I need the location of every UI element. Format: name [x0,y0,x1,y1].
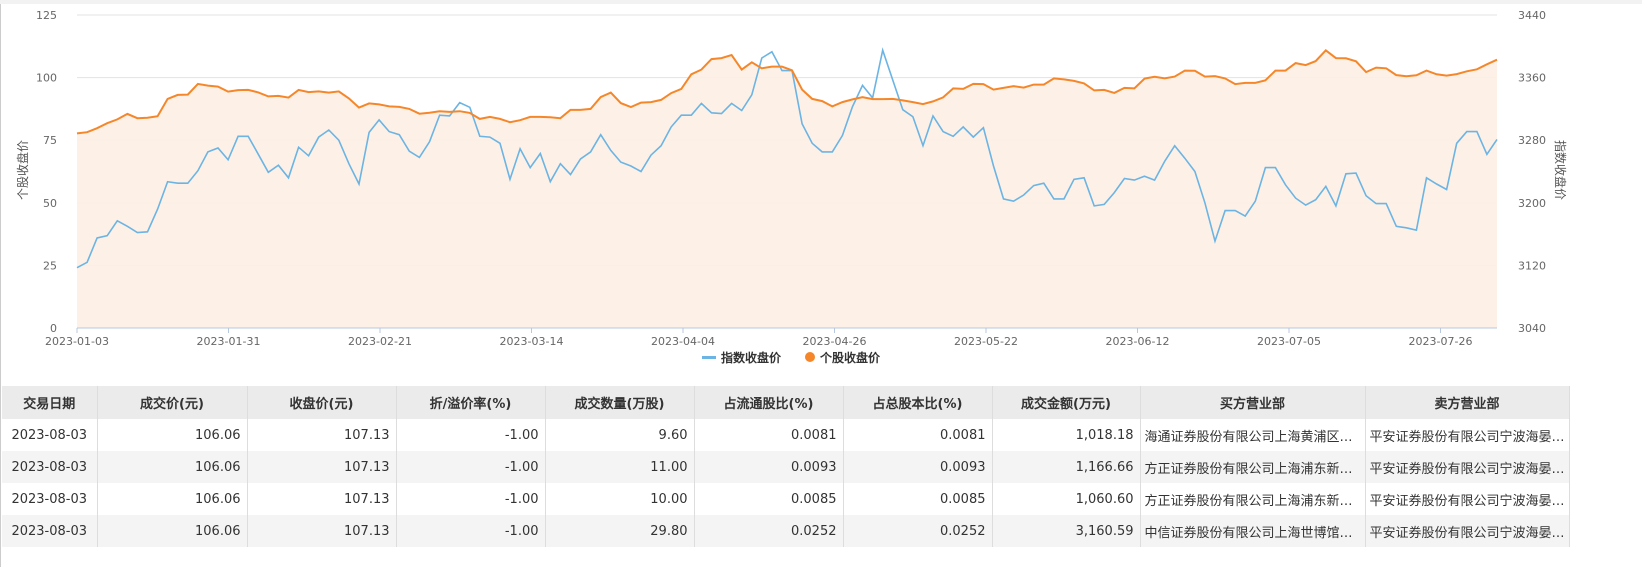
column-header[interactable]: 卖方营业部 [1365,386,1570,419]
table-cell: 1,166.66 [992,451,1141,483]
table-cell: 29.80 [545,515,695,547]
table-cell: 106.06 [97,419,248,451]
x-tick-label: 2023-04-04 [651,335,715,348]
table-cell: 平安证券股份有限公司宁波海晏… [1365,419,1570,451]
left-axis-label: 个股收盘价 [15,140,30,200]
x-tick-label: 2023-01-03 [45,335,109,348]
table-row: 2023-08-03 106.06 107.13 -1.00 29.80 0.0252 0.… [2,515,1570,547]
left-tick-label: 100 [36,72,57,85]
table-cell: 0.0252 [843,515,993,547]
table-header-row: 交易日期 成交价(元) 收盘价(元) 折/溢价率(%) 成交数量(万股) 占流通股比(%)… [2,386,1570,419]
table-cell: 107.13 [247,483,397,515]
column-header[interactable]: 成交金额(万元) [992,386,1141,419]
table-cell: 0.0081 [843,419,993,451]
column-header[interactable]: 收盘价(元) [247,386,397,419]
table-cell: -1.00 [396,419,546,451]
table-cell: 平安证券股份有限公司宁波海晏… [1365,515,1570,547]
price-chart: 0 3040 25 3120 50 3200 75 3280 100 3360 125 3440 202… [15,9,1568,365]
left-tick-label: 125 [36,9,57,22]
table-cell: 2023-08-03 [2,451,98,483]
right-axis-label: 指数收盘价 [1553,140,1568,200]
table-row: 2023-08-03 106.06 107.13 -1.00 10.00 0.0085 0.… [2,483,1570,515]
column-header[interactable]: 买方营业部 [1140,386,1366,419]
table-row: 2023-08-03 106.06 107.13 -1.00 11.00 0.0093 0.… [2,451,1570,483]
x-tick-label: 2023-02-21 [348,335,412,348]
legend-index-label: 指数收盘价 [721,350,782,365]
x-tick-label: 2023-06-12 [1106,335,1170,348]
table-cell: 0.0085 [843,483,993,515]
x-tick-label: 2023-04-26 [803,335,867,348]
legend-stock[interactable]: 个股收盘价 [805,350,881,365]
table-cell: 107.13 [247,515,397,547]
left-tick-label: 25 [43,259,57,272]
table-cell: 106.06 [97,515,248,547]
column-header[interactable]: 成交价(元) [97,386,248,419]
table-row: 2023-08-03 106.06 107.13 -1.00 9.60 0.0081 0.0… [2,419,1570,451]
x-tick-label: 2023-01-31 [197,335,261,348]
table-cell: 平安证券股份有限公司宁波海晏… [1365,451,1570,483]
table-cell: 中信证券股份有限公司上海世博馆… [1140,515,1366,547]
left-tick-label: 75 [43,134,57,147]
table-cell: 1,018.18 [992,419,1141,451]
right-tick-label: 3280 [1518,134,1546,147]
table-cell: 海通证券股份有限公司上海黄浦区… [1140,419,1366,451]
table-cell: -1.00 [396,515,546,547]
stock-close-area [77,50,1497,329]
table-cell: 方正证券股份有限公司上海浦东新… [1140,451,1366,483]
right-tick-label: 3040 [1518,322,1546,335]
table-cell: 106.06 [97,451,248,483]
table-cell: 1,060.60 [992,483,1141,515]
table-cell: 平安证券股份有限公司宁波海晏… [1365,483,1570,515]
column-header[interactable]: 占总股本比(%) [843,386,993,419]
table-cell: 10.00 [545,483,695,515]
x-tick-label: 2023-03-14 [500,335,564,348]
table-cell: 9.60 [545,419,695,451]
table-cell: 3,160.59 [992,515,1141,547]
table-cell: -1.00 [396,483,546,515]
left-tick-label: 50 [43,197,57,210]
legend-circle-icon [805,352,815,362]
block-trade-table: 交易日期 成交价(元) 收盘价(元) 折/溢价率(%) 成交数量(万股) 占流通股比(%)… [2,386,1570,547]
table-cell: 2023-08-03 [2,483,98,515]
legend-index[interactable]: 指数收盘价 [702,350,782,365]
x-tick-label: 2023-07-26 [1409,335,1473,348]
table-cell: 107.13 [247,451,397,483]
right-tick-label: 3360 [1518,72,1546,85]
table-cell: 11.00 [545,451,695,483]
column-header[interactable]: 交易日期 [2,386,98,419]
right-tick-label: 3120 [1518,259,1546,272]
table-cell: -1.00 [396,451,546,483]
table-cell: 方正证券股份有限公司上海浦东新… [1140,483,1366,515]
table-cell: 2023-08-03 [2,419,98,451]
x-tick-label: 2023-05-22 [954,335,1018,348]
legend-line-icon [702,356,716,359]
table-cell: 0.0081 [694,419,844,451]
table-cell: 107.13 [247,419,397,451]
table-cell: 0.0252 [694,515,844,547]
table-cell: 0.0093 [694,451,844,483]
table-cell: 0.0093 [843,451,993,483]
legend-stock-label: 个股收盘价 [819,350,881,365]
right-tick-label: 3200 [1518,197,1546,210]
x-tick-label: 2023-07-05 [1257,335,1321,348]
table-cell: 2023-08-03 [2,515,98,547]
column-header[interactable]: 成交数量(万股) [545,386,695,419]
column-header[interactable]: 占流通股比(%) [694,386,844,419]
left-tick-label: 0 [50,322,57,335]
table-cell: 106.06 [97,483,248,515]
right-tick-label: 3440 [1518,9,1546,22]
table-cell: 0.0085 [694,483,844,515]
column-header[interactable]: 折/溢价率(%) [396,386,546,419]
